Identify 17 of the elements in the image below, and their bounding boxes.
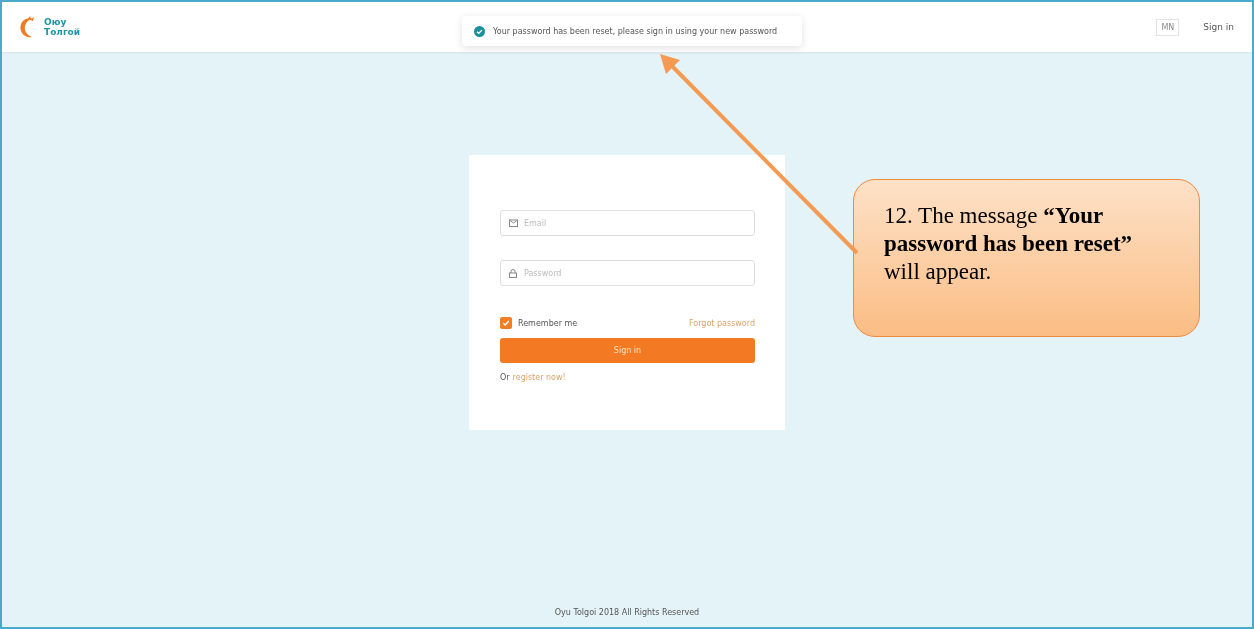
sign-in-link[interactable]: Sign in: [1203, 22, 1234, 32]
register-link[interactable]: register now!: [512, 373, 566, 382]
toast-message: Your password has been reset, please sign in using your new password: [493, 26, 778, 36]
lock-icon: [509, 269, 517, 278]
register-prefix: Or: [500, 373, 510, 382]
sign-in-button[interactable]: Sign in: [500, 338, 755, 363]
remember-checkbox[interactable]: [500, 317, 512, 329]
mail-icon: [509, 219, 518, 227]
copyright-text: Oyu Tolgoi 2018 All Rights Reserved: [554, 608, 700, 617]
logo-text: Оюу Толгой: [44, 17, 81, 37]
check-circle-icon: [474, 25, 485, 37]
forgot-password-link[interactable]: Forgot password: [689, 318, 755, 328]
email-field[interactable]: Email: [500, 210, 755, 236]
language-button[interactable]: MN: [1156, 18, 1180, 36]
annotation-callout: 12. The message “Your password has been reset” will appear.: [853, 179, 1200, 337]
remember-label: Remember me: [518, 318, 578, 328]
password-field[interactable]: Password: [500, 260, 755, 286]
